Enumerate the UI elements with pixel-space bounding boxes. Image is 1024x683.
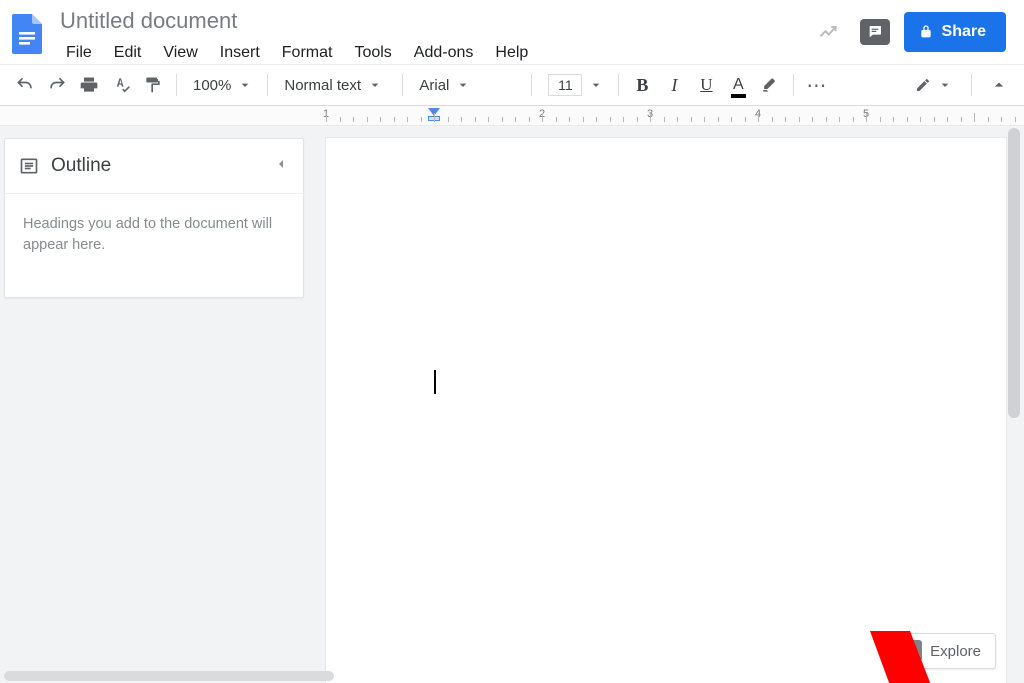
- font-size-combo[interactable]: 11: [540, 71, 610, 99]
- collapse-toolbar-button[interactable]: [984, 70, 1014, 100]
- spellcheck-button[interactable]: [106, 70, 136, 100]
- chevron-down-icon: [937, 77, 953, 93]
- text-color-button[interactable]: A: [723, 70, 753, 100]
- styles-combo[interactable]: Normal text: [276, 71, 394, 99]
- explore-icon: [900, 640, 922, 662]
- titlebar: Untitled document File Edit View Insert …: [0, 0, 1024, 64]
- bold-button[interactable]: B: [627, 70, 657, 100]
- chevron-left-icon: [273, 156, 289, 172]
- pencil-icon: [915, 77, 931, 93]
- explore-button[interactable]: Explore: [889, 633, 996, 669]
- style-value: Normal text: [284, 77, 361, 94]
- outline-icon: [19, 156, 39, 176]
- editing-mode-button[interactable]: [907, 71, 959, 99]
- activity-icon[interactable]: [810, 14, 846, 50]
- outline-empty-message: Headings you add to the document will ap…: [5, 194, 303, 276]
- horizontal-scrollbar[interactable]: [0, 671, 870, 681]
- font-value: Arial: [419, 77, 449, 94]
- highlight-button[interactable]: [755, 70, 785, 100]
- chevron-down-icon: [455, 77, 471, 93]
- collapse-outline-button[interactable]: [273, 156, 289, 177]
- horizontal-ruler[interactable]: 1 1 2 3 4 5 // draw ticks (function(){ c…: [0, 106, 1024, 126]
- font-combo[interactable]: Arial: [411, 71, 523, 99]
- share-label: Share: [942, 23, 986, 41]
- outline-panel: Outline Headings you add to the document…: [4, 138, 304, 298]
- zoom-combo[interactable]: 100%: [185, 71, 259, 99]
- paint-format-button[interactable]: [138, 70, 168, 100]
- zoom-value: 100%: [193, 77, 231, 94]
- vertical-scrollbar[interactable]: [1008, 126, 1022, 683]
- outline-title: Outline: [51, 155, 261, 177]
- explore-label: Explore: [930, 643, 981, 660]
- chevron-down-icon: [237, 77, 253, 93]
- print-button[interactable]: [74, 70, 104, 100]
- underline-button[interactable]: U: [691, 70, 721, 100]
- redo-button[interactable]: [42, 70, 72, 100]
- document-page[interactable]: [326, 138, 1006, 683]
- undo-button[interactable]: [10, 70, 40, 100]
- text-cursor: [434, 370, 436, 394]
- document-title[interactable]: Untitled document: [56, 6, 241, 36]
- share-button[interactable]: Share: [904, 12, 1006, 52]
- toolbar: 100% Normal text Arial 11 B I U A ⋯: [0, 64, 1024, 106]
- italic-button[interactable]: I: [659, 70, 689, 100]
- workspace: Outline Headings you add to the document…: [0, 126, 1024, 683]
- chevron-down-icon: [367, 77, 383, 93]
- docs-app-icon[interactable]: [8, 8, 48, 60]
- more-tools-button[interactable]: ⋯: [802, 70, 832, 100]
- comments-icon[interactable]: [860, 19, 890, 45]
- chevron-down-icon: [588, 77, 604, 93]
- font-size-value[interactable]: 11: [548, 74, 582, 96]
